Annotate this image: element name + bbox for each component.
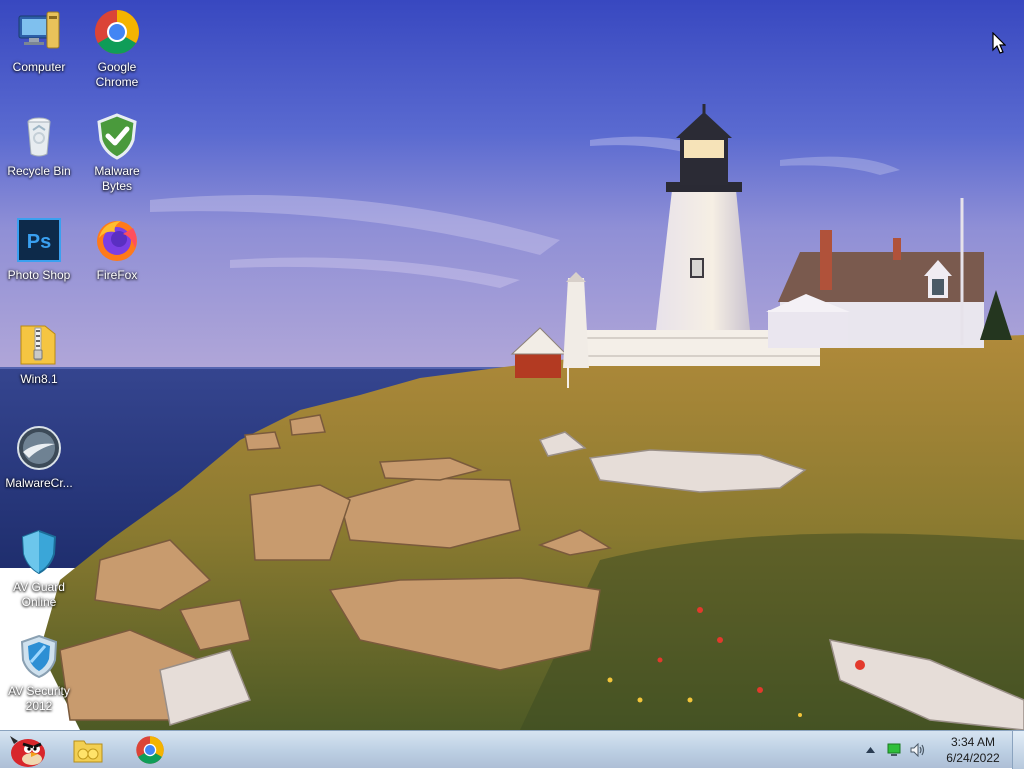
desktop-icon-label: Win8.1	[20, 372, 58, 386]
taskbar: 3:34 AM 6/24/2022	[0, 730, 1024, 769]
desktop-icon-firefox[interactable]: FireFox	[78, 212, 156, 308]
desktop-icon-label: MalwareCr...	[5, 476, 73, 490]
firefox-icon	[93, 216, 141, 264]
clock-time: 3:34 AM	[950, 735, 996, 749]
desktop-icon-label: Malware Bytes	[94, 164, 140, 193]
av-security-icon	[15, 632, 63, 680]
speaker-icon[interactable]	[909, 741, 927, 759]
system-tray: 3:34 AM 6/24/2022	[858, 731, 1006, 769]
angry-bird-start-icon	[4, 732, 48, 768]
desktop-icon-label: Computer	[12, 60, 66, 74]
shield-check-icon	[93, 112, 141, 160]
computer-icon	[15, 8, 63, 56]
taskbar-explorer-button[interactable]	[62, 732, 114, 768]
show-desktop-button[interactable]	[1012, 731, 1024, 769]
recycle-bin-icon	[15, 112, 63, 160]
network-icon[interactable]	[885, 741, 903, 759]
start-button[interactable]	[0, 732, 52, 768]
malwarecrusher-icon	[15, 424, 63, 472]
folder-icon	[72, 735, 104, 765]
chrome-icon	[93, 8, 141, 56]
desktop-icon-label: Google Chrome	[95, 60, 139, 89]
desktop-icon-label: Recycle Bin	[7, 164, 71, 178]
clock-date: 6/24/2022	[946, 751, 1000, 765]
desktop-icon-label: AV Security 2012	[8, 684, 70, 713]
desktop-icon-malware-bytes[interactable]: Malware Bytes	[78, 108, 156, 204]
desktop-icon-label: Photo Shop	[7, 268, 71, 282]
chevron-up-icon[interactable]	[861, 741, 879, 759]
mouse-cursor-icon	[992, 32, 1006, 54]
desktop-icon-label: FireFox	[96, 268, 138, 282]
desktop[interactable]: Computer Google Chrome Recycle Bin Malwa…	[0, 0, 1024, 730]
taskbar-chrome-button[interactable]	[124, 732, 176, 768]
photoshop-icon: Ps	[15, 216, 63, 264]
desktop-icon-recycle-bin[interactable]: Recycle Bin	[0, 108, 78, 204]
clock[interactable]: 3:34 AM 6/24/2022	[940, 734, 1006, 766]
desktop-icon-av-security-2012[interactable]: AV Security 2012	[0, 628, 78, 724]
shield-icon	[15, 528, 63, 576]
desktop-icon-win81[interactable]: Win8.1	[0, 316, 78, 412]
desktop-icon-av-guard-online[interactable]: AV Guard Online	[0, 524, 78, 620]
svg-text:Ps: Ps	[27, 231, 51, 253]
zip-folder-icon	[15, 320, 63, 368]
desktop-icon-label: AV Guard Online	[13, 580, 65, 609]
desktop-icon-google-chrome[interactable]: Google Chrome	[78, 4, 156, 100]
desktop-icon-photo-shop[interactable]: Ps Photo Shop	[0, 212, 78, 308]
desktop-icon-malwarecrusher[interactable]: MalwareCr...	[0, 420, 78, 516]
chrome-icon	[135, 735, 165, 765]
desktop-icon-computer[interactable]: Computer	[0, 4, 78, 100]
